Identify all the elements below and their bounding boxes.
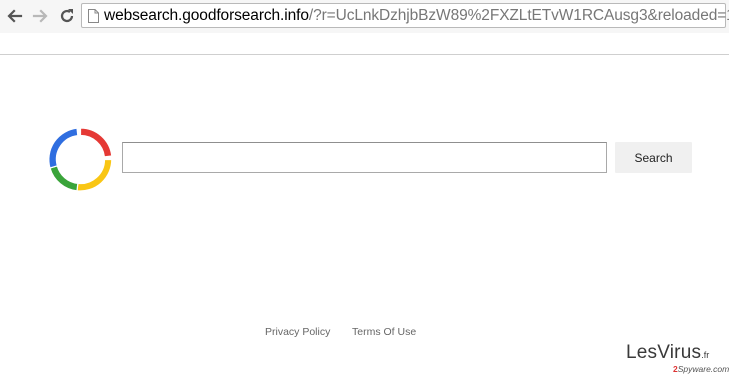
watermark-sub: 2Spyware.com [673, 364, 729, 374]
forward-arrow-icon [32, 9, 48, 23]
site-logo [48, 127, 113, 192]
search-input[interactable] [122, 142, 607, 173]
reload-button[interactable] [56, 5, 78, 27]
page-icon [88, 8, 99, 23]
watermark-sub-b: Spyware.com [677, 364, 729, 374]
privacy-policy-link[interactable]: Privacy Policy [265, 326, 330, 338]
search-button[interactable]: Search [615, 142, 692, 173]
forward-button[interactable] [29, 5, 51, 27]
address-bar[interactable]: websearch.goodforsearch.info/?r=UcLnkDzh… [81, 3, 729, 28]
logo-green-segment [49, 165, 79, 192]
url-host: websearch.goodforsearch.info [104, 6, 309, 24]
terms-of-use-link[interactable]: Terms Of Use [352, 326, 416, 338]
browser-toolbar: websearch.goodforsearch.info/?r=UcLnkDzh… [0, 0, 729, 33]
url-rest: /?r=UcLnkDzhjbBzW89%2FXZLtETvW1RCAusg3&r… [308, 6, 729, 24]
watermark: LesVirus.fr 2Spyware.com [626, 342, 729, 376]
back-button[interactable] [4, 5, 26, 27]
watermark-tld: .fr [701, 350, 710, 360]
url-text: websearch.goodforsearch.info/?r=UcLnkDzh… [104, 7, 729, 25]
logo-red-segment [79, 127, 113, 158]
watermark-main: LesVirus [626, 342, 702, 363]
logo-blue-segment [48, 127, 79, 169]
toolbar-divider [0, 54, 729, 55]
logo-yellow-segment [76, 158, 113, 192]
reload-icon [60, 9, 74, 23]
back-arrow-icon [7, 9, 23, 23]
